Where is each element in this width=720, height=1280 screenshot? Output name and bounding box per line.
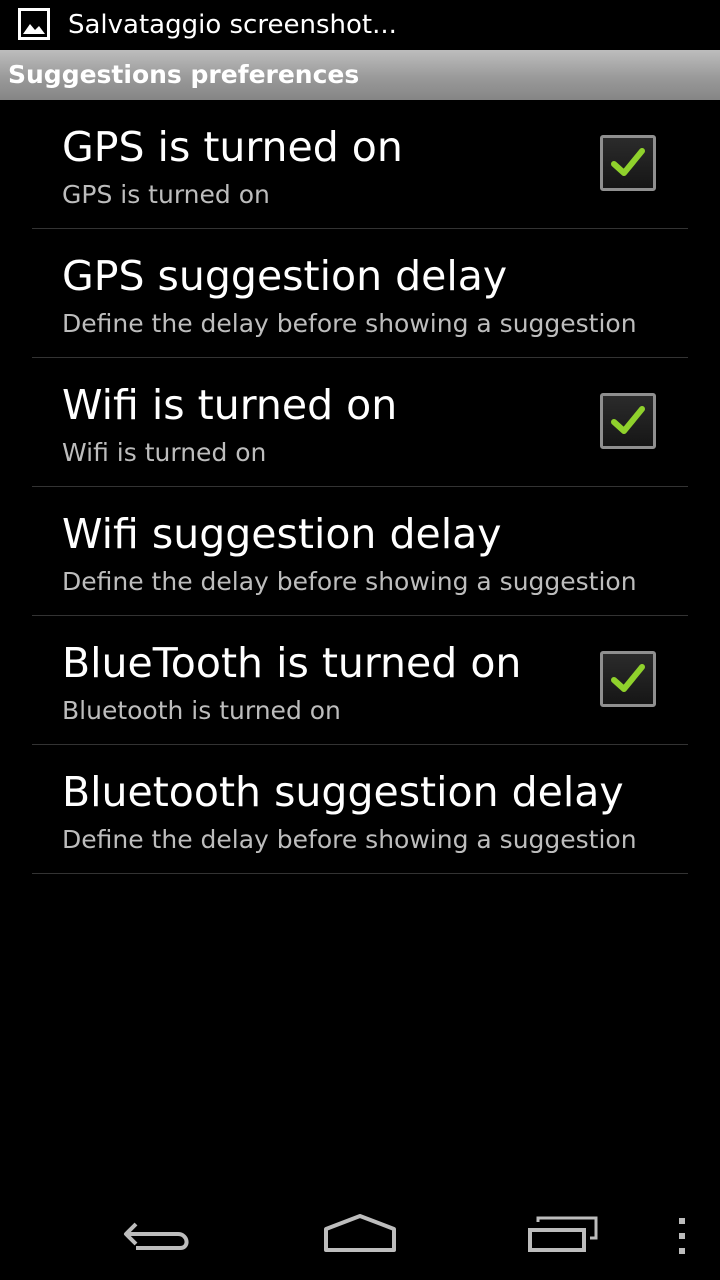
pref-gps-delay[interactable]: GPS suggestion delay Define the delay be… xyxy=(0,229,720,358)
image-icon xyxy=(18,8,50,40)
pref-title: Bluetooth suggestion delay xyxy=(62,768,624,816)
check-icon xyxy=(611,148,645,176)
check-icon xyxy=(611,664,645,692)
home-button[interactable] xyxy=(300,1184,420,1280)
navigation-bar xyxy=(0,1184,720,1280)
pref-summary: Define the delay before showing a sugges… xyxy=(62,825,637,854)
category-header: Suggestions preferences xyxy=(0,50,720,100)
pref-summary: Define the delay before showing a sugges… xyxy=(62,567,637,596)
home-icon xyxy=(324,1214,396,1252)
overflow-menu-button[interactable] xyxy=(664,1184,700,1280)
pref-title: Wifi is turned on xyxy=(62,381,398,429)
pref-summary: Bluetooth is turned on xyxy=(62,696,341,725)
pref-summary: Define the delay before showing a sugges… xyxy=(62,309,637,338)
pref-wifi-delay[interactable]: Wifi suggestion delay Define the delay b… xyxy=(0,487,720,616)
recents-button[interactable] xyxy=(500,1184,620,1280)
back-button[interactable] xyxy=(100,1184,220,1280)
gps-checkbox[interactable] xyxy=(600,135,656,191)
check-icon xyxy=(611,406,645,434)
divider xyxy=(32,873,688,874)
wifi-checkbox[interactable] xyxy=(600,393,656,449)
bluetooth-checkbox[interactable] xyxy=(600,651,656,707)
pref-wifi-enabled[interactable]: Wifi is turned on Wifi is turned on xyxy=(0,358,720,487)
pref-summary: GPS is turned on xyxy=(62,180,270,209)
page-title: Suggestions preferences xyxy=(8,60,360,89)
pref-title: GPS is turned on xyxy=(62,123,403,171)
overflow-menu-icon xyxy=(679,1218,685,1254)
status-bar: Salvataggio screenshot... xyxy=(0,0,720,50)
notification-text: Salvataggio screenshot... xyxy=(68,10,397,40)
pref-title: BlueTooth is turned on xyxy=(62,639,522,687)
pref-title: GPS suggestion delay xyxy=(62,252,508,300)
pref-title: Wifi suggestion delay xyxy=(62,510,502,558)
preference-list: GPS is turned on GPS is turned on GPS su… xyxy=(0,100,720,874)
pref-gps-enabled[interactable]: GPS is turned on GPS is turned on xyxy=(0,100,720,229)
back-icon xyxy=(124,1222,189,1250)
recents-icon xyxy=(528,1216,598,1252)
pref-bluetooth-enabled[interactable]: BlueTooth is turned on Bluetooth is turn… xyxy=(0,616,720,745)
pref-summary: Wifi is turned on xyxy=(62,438,267,467)
pref-bluetooth-delay[interactable]: Bluetooth suggestion delay Define the de… xyxy=(0,745,720,874)
